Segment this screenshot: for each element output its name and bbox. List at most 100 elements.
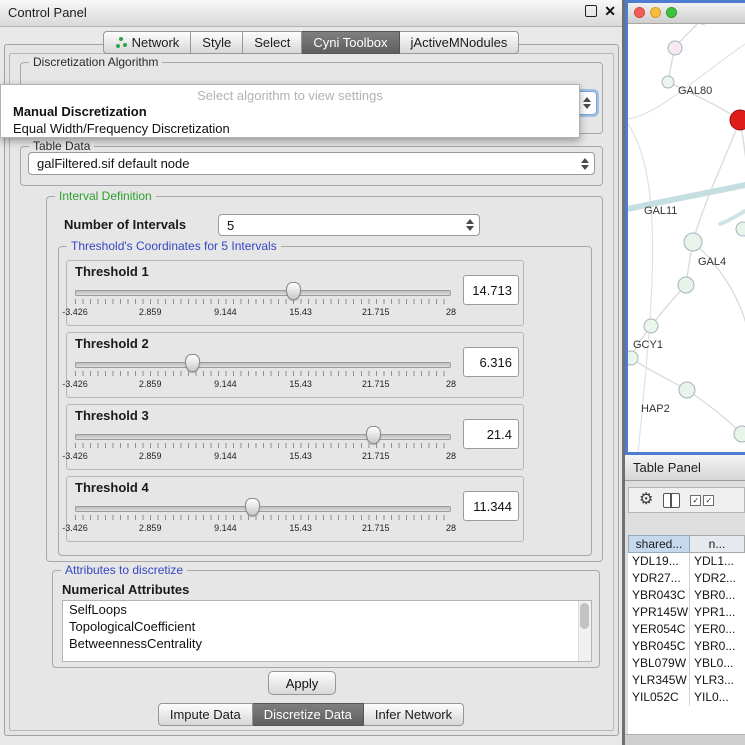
slider-track[interactable] — [75, 434, 451, 440]
threshold-slider[interactable]: -3.4262.8599.14415.4321.71528 — [75, 333, 451, 397]
slider-track[interactable] — [75, 290, 451, 296]
table-row[interactable]: YDL19...YDL1... — [628, 553, 745, 570]
number-of-intervals-value: 5 — [227, 218, 234, 233]
tab-style[interactable]: Style — [191, 31, 243, 54]
table-data-select[interactable]: galFiltered.sif default node — [28, 152, 595, 175]
threshold-value-field[interactable]: 21.4 — [463, 419, 519, 449]
scale-label: 28 — [446, 523, 456, 533]
network-window-titlebar[interactable] — [628, 3, 745, 24]
close-traffic-light-icon[interactable] — [634, 7, 645, 18]
float-window-icon[interactable] — [585, 5, 597, 17]
columns-icon[interactable] — [663, 493, 680, 508]
scrollbar-thumb[interactable] — [580, 603, 589, 629]
cell-name: YDR2... — [690, 570, 745, 587]
network-edge[interactable] — [720, 208, 745, 224]
network-node[interactable] — [736, 222, 745, 236]
table-panel-bottom-bar — [625, 734, 745, 745]
network-node[interactable] — [684, 233, 702, 251]
tab-jactivemnodules[interactable]: jActiveMNodules — [400, 31, 520, 54]
tab-select[interactable]: Select — [243, 31, 302, 54]
table-row[interactable]: YBR045CYBR0... — [628, 638, 745, 655]
attribute-item[interactable]: TopologicalCoefficient — [63, 618, 591, 635]
threshold-row-1: Threshold 1-3.4262.8599.14415.4321.71528… — [66, 260, 524, 326]
apply-button[interactable]: Apply — [268, 671, 336, 695]
table-row[interactable]: YLR345WYLR3... — [628, 672, 745, 689]
table-row[interactable]: YBL079WYBL0... — [628, 655, 745, 672]
tab-label: Style — [202, 35, 231, 50]
scale-label: 9.144 — [214, 451, 237, 461]
slider-track[interactable] — [75, 362, 451, 368]
column-header-name[interactable]: n... — [690, 535, 745, 553]
threshold-slider[interactable]: -3.4262.8599.14415.4321.71528 — [75, 405, 451, 469]
algorithm-option[interactable]: Equal Width/Frequency Discretization — [1, 120, 579, 137]
tab-label: Infer Network — [375, 707, 452, 722]
threshold-value-field[interactable]: 6.316 — [463, 347, 519, 377]
tab-infer-network[interactable]: Infer Network — [364, 703, 464, 726]
network-canvas[interactable]: GAL80GAL11GAL4GCY1HAP2 — [628, 24, 745, 452]
network-edge[interactable] — [687, 390, 742, 434]
network-node[interactable] — [628, 351, 638, 365]
number-of-intervals-label: Number of Intervals — [64, 217, 186, 232]
titlebar-controls: ✕ — [585, 5, 616, 17]
threshold-row-3: Threshold 3-3.4262.8599.14415.4321.71528… — [66, 404, 524, 470]
slider-tick-marks — [75, 371, 451, 376]
zoom-traffic-light-icon[interactable] — [666, 7, 677, 18]
threshold-slider[interactable]: -3.4262.8599.14415.4321.71528 — [75, 261, 451, 325]
cell-name: YBL0... — [690, 655, 745, 672]
scale-label: 28 — [446, 379, 456, 389]
network-edge[interactable] — [740, 120, 745, 234]
tab-label: Cyni Toolbox — [313, 35, 387, 50]
tab-impute-data[interactable]: Impute Data — [158, 703, 253, 726]
algorithm-option[interactable]: Manual Discretization — [1, 103, 579, 120]
close-icon[interactable]: ✕ — [604, 5, 616, 17]
network-node[interactable] — [668, 41, 682, 55]
tab-discretize-data[interactable]: Discretize Data — [253, 703, 364, 726]
scale-label: 21.715 — [362, 379, 390, 389]
window-title: Control Panel — [8, 5, 87, 20]
tab-label: Impute Data — [170, 707, 241, 722]
table-panel-titlebar[interactable]: Table Panel — [625, 455, 745, 481]
checkbox-icon[interactable]: ✓ — [703, 495, 714, 506]
threshold-value-field[interactable]: 14.713 — [463, 275, 519, 305]
attribute-item[interactable]: BetweennessCentrality — [63, 635, 591, 652]
tab-network[interactable]: Network — [103, 31, 192, 54]
network-node[interactable] — [678, 277, 694, 293]
slider-thumb[interactable] — [366, 426, 381, 444]
table-rows: YDL19...YDL1...YDR27...YDR2...YBR043CYBR… — [628, 553, 745, 706]
network-edge[interactable] — [693, 242, 745, 324]
table-row[interactable]: YDR27...YDR2... — [628, 570, 745, 587]
minimize-traffic-light-icon[interactable] — [650, 7, 661, 18]
network-node[interactable] — [734, 426, 745, 442]
network-node[interactable] — [662, 76, 674, 88]
attributes-list[interactable]: SelfLoopsTopologicalCoefficientBetweenne… — [62, 600, 592, 662]
slider-thumb[interactable] — [286, 282, 301, 300]
network-edge[interactable] — [693, 120, 740, 242]
table-toolbar: ⚙ ✓ ✓ — [628, 487, 745, 513]
checkbox-icon[interactable]: ✓ — [690, 495, 701, 506]
bottom-tabs: Impute Data Discretize Data Infer Network — [0, 703, 622, 726]
network-node[interactable] — [679, 382, 695, 398]
table-row[interactable]: YIL052CYIL0... — [628, 689, 745, 706]
number-of-intervals-select[interactable]: 5 — [218, 214, 480, 236]
attribute-item[interactable]: SelfLoops — [63, 601, 591, 618]
table-row[interactable]: YBR043CYBR0... — [628, 587, 745, 604]
table-row[interactable]: YER054CYER0... — [628, 621, 745, 638]
slider-thumb[interactable] — [185, 354, 200, 372]
network-edge[interactable] — [628, 44, 745, 119]
network-edge[interactable] — [631, 358, 687, 390]
network-node[interactable] — [730, 110, 745, 130]
table-row[interactable]: YPR145WYPR1... — [628, 604, 745, 621]
control-panel-titlebar[interactable]: Control Panel ✕ — [0, 0, 622, 27]
scale-label: 15.43 — [289, 523, 312, 533]
slider-thumb[interactable] — [245, 498, 260, 516]
threshold-value-field[interactable]: 11.344 — [463, 491, 519, 521]
attributes-scrollbar[interactable] — [578, 601, 591, 661]
threshold-slider[interactable]: -3.4262.8599.14415.4321.71528 — [75, 477, 451, 541]
tab-cyni-toolbox[interactable]: Cyni Toolbox — [302, 31, 399, 54]
scale-label: 21.715 — [362, 523, 390, 533]
slider-track[interactable] — [75, 506, 451, 512]
gear-icon[interactable]: ⚙ — [639, 492, 653, 508]
column-header-shared-name[interactable]: shared... — [628, 535, 690, 553]
network-node[interactable] — [644, 319, 658, 333]
node-label: GAL80 — [678, 85, 712, 97]
